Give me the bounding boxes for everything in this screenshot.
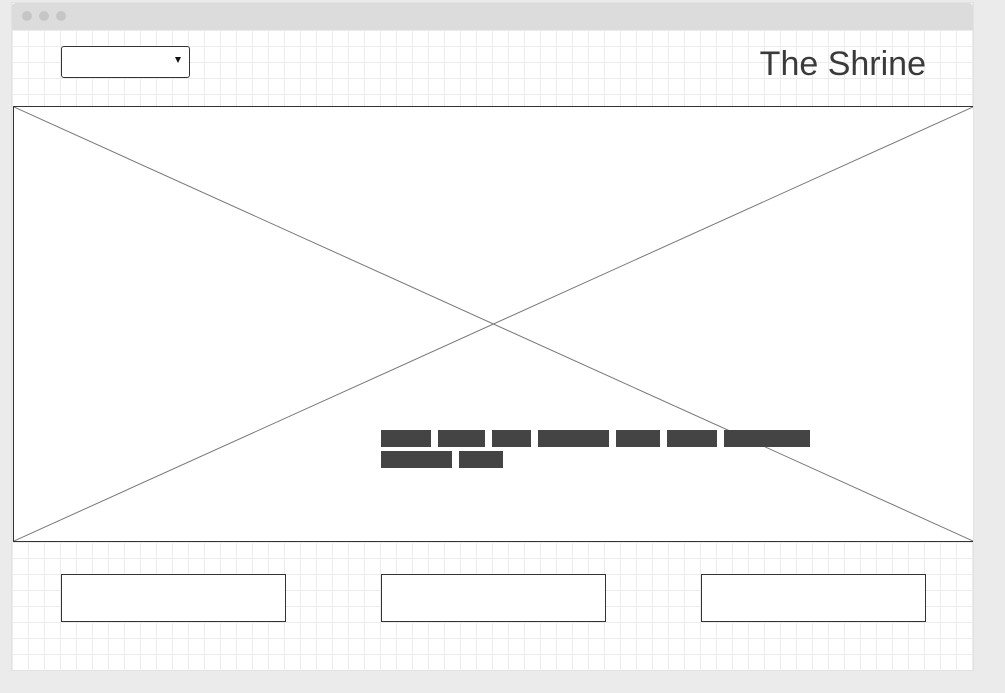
redacted-word (438, 430, 485, 447)
redacted-word (538, 430, 609, 447)
redacted-word (616, 430, 660, 447)
redacted-word (724, 430, 810, 447)
window-titlebar (12, 3, 973, 30)
browser-window: The Shrine (12, 3, 973, 670)
window-minimize-icon[interactable] (39, 11, 49, 21)
header-dropdown[interactable] (61, 46, 190, 78)
card-3[interactable] (701, 574, 926, 622)
card-1[interactable] (61, 574, 286, 622)
site-title: The Shrine (759, 45, 926, 83)
redacted-word (381, 451, 452, 468)
caret-down-icon (175, 57, 181, 63)
redacted-word (492, 430, 531, 447)
hero-image-placeholder (13, 106, 973, 542)
redacted-word (667, 430, 717, 447)
redacted-word (381, 430, 431, 447)
redacted-word (459, 451, 503, 468)
window-close-icon[interactable] (22, 11, 32, 21)
card-2[interactable] (381, 574, 606, 622)
image-placeholder-icon (14, 107, 973, 541)
hero-text-redacted (381, 430, 821, 468)
window-maximize-icon[interactable] (56, 11, 66, 21)
